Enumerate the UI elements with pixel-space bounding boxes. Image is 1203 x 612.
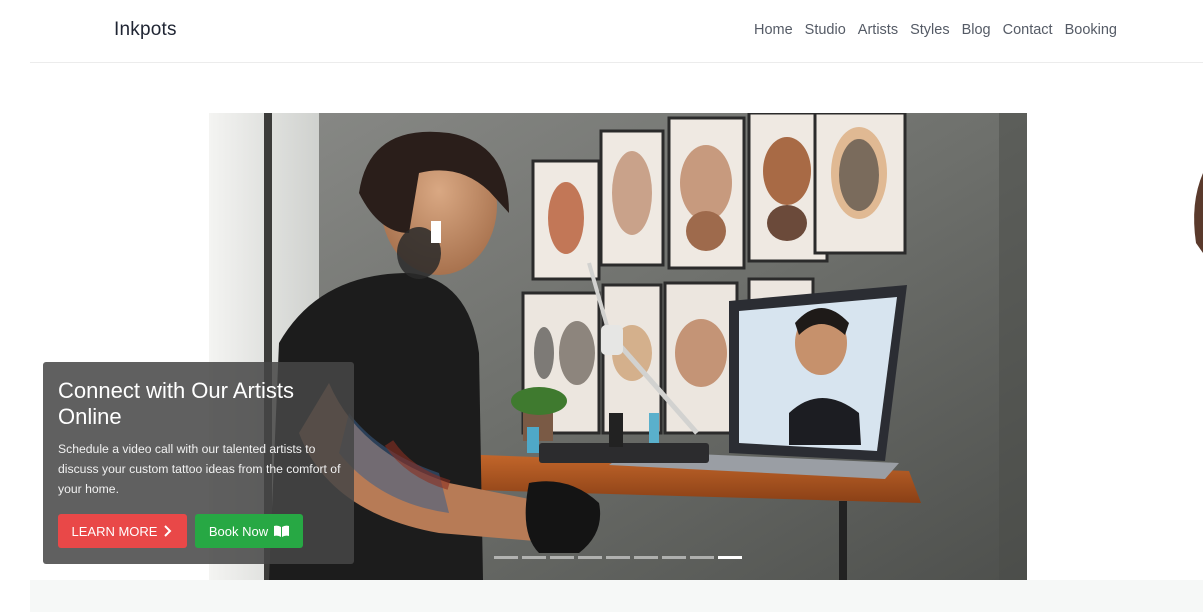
carousel-indicator-4[interactable]	[578, 556, 602, 559]
nav-link-artists[interactable]: Artists	[858, 22, 898, 38]
section-band	[30, 580, 1203, 612]
nav-link-contact[interactable]: Contact	[1003, 22, 1053, 38]
carousel-indicator-9[interactable]	[718, 556, 742, 559]
carousel-indicator-3[interactable]	[550, 556, 574, 559]
next-slide-peek	[1188, 113, 1203, 273]
nav-link-studio[interactable]: Studio	[805, 22, 846, 38]
carousel-indicator-1[interactable]	[494, 556, 518, 559]
nav-link-blog[interactable]: Blog	[962, 22, 991, 38]
hero-caption-panel: Connect with Our Artists Online Schedule…	[43, 362, 354, 564]
carousel-indicators	[494, 556, 742, 559]
hero-description: Schedule a video call with our talented …	[58, 442, 341, 496]
book-open-icon	[274, 525, 290, 537]
nav-menu: Home Studio Artists Styles Blog Contact …	[754, 22, 1117, 38]
carousel-indicator-7[interactable]	[662, 556, 686, 559]
book-now-label: Book Now	[208, 523, 269, 539]
carousel-indicator-2[interactable]	[522, 556, 546, 559]
learn-more-button[interactable]: LEARN MORE	[58, 514, 187, 548]
learn-more-label: LEARN MORE	[71, 523, 158, 539]
brand-logo[interactable]: Inkpots	[114, 19, 177, 41]
nav-link-home[interactable]: Home	[754, 22, 793, 38]
carousel-indicator-5[interactable]	[606, 556, 630, 559]
nav-link-styles[interactable]: Styles	[910, 22, 950, 38]
carousel-indicator-8[interactable]	[690, 556, 714, 559]
nav-link-booking[interactable]: Booking	[1065, 22, 1117, 38]
chevron-right-icon	[163, 525, 173, 537]
book-now-button[interactable]: Book Now	[195, 514, 303, 548]
carousel-indicator-6[interactable]	[634, 556, 658, 559]
hero-title: Connect with Our Artists Online	[58, 378, 294, 429]
top-navbar: Inkpots Home Studio Artists Styles Blog …	[30, 0, 1203, 63]
